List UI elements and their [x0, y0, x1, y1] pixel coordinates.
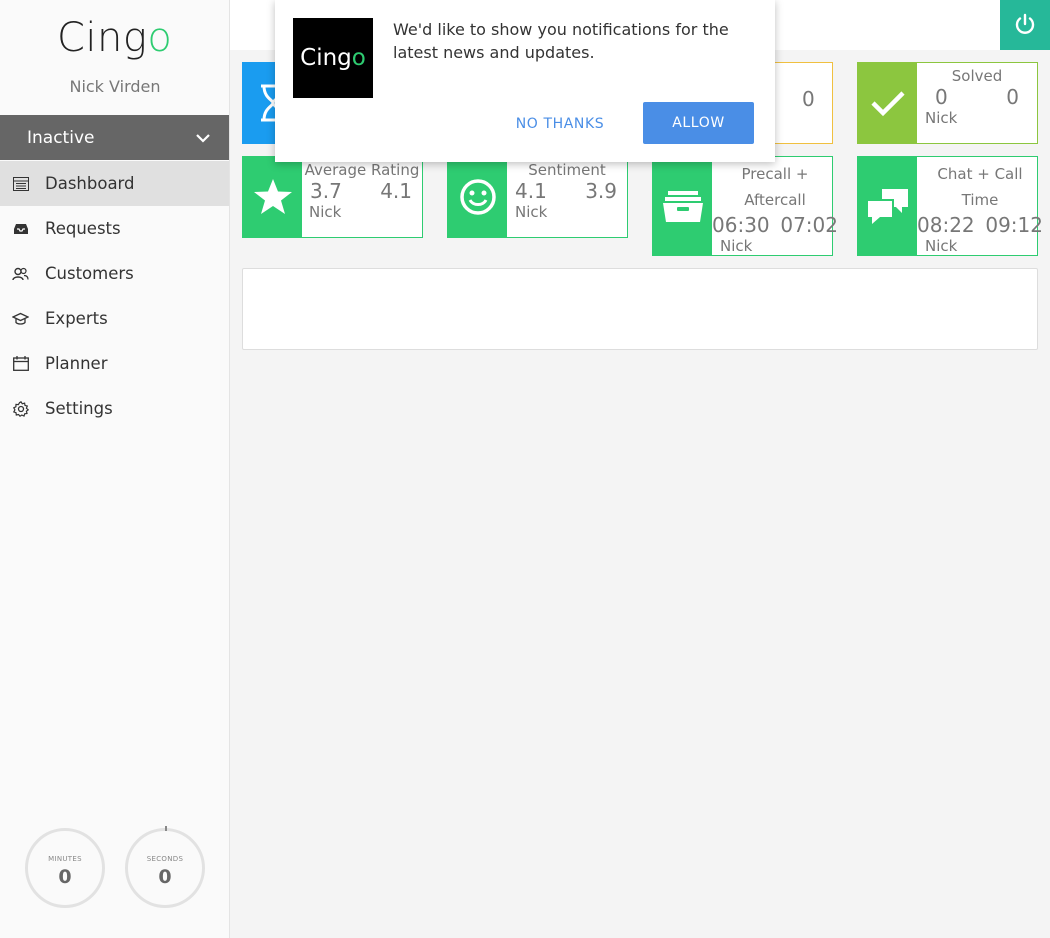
card-owner: Nick — [309, 203, 342, 221]
calendar-icon — [12, 355, 29, 372]
chat-bubbles-icon — [858, 157, 917, 255]
sidebar: Cingo Nick Virden Inactive Dashboard Req… — [0, 0, 230, 938]
nav-item-settings[interactable]: Settings — [0, 386, 229, 431]
content-panel — [242, 268, 1038, 350]
card-value-1: 3.7 — [310, 179, 342, 203]
nav-item-planner[interactable]: Planner — [0, 341, 229, 386]
nav-item-experts[interactable]: Experts — [0, 296, 229, 341]
smiley-icon — [448, 157, 507, 237]
card-owner: Nick — [720, 237, 753, 255]
nav-label: Requests — [45, 219, 121, 238]
allow-button[interactable]: ALLOW — [643, 102, 754, 144]
card-title-line-1: Chat + Call — [937, 165, 1023, 183]
card-sentiment: Sentiment 4.1 3.9 Nick — [447, 156, 628, 238]
nav-item-customers[interactable]: Customers — [0, 251, 229, 296]
chevron-down-icon — [196, 133, 210, 143]
card-title-line-1: Precall + — [741, 165, 809, 183]
archive-icon — [653, 157, 712, 255]
user-name: Nick Virden — [69, 77, 161, 96]
nav-label: Dashboard — [45, 174, 135, 193]
nav-label: Experts — [45, 309, 108, 328]
no-thanks-button[interactable]: NO THANKS — [498, 104, 622, 144]
dashboard-icon — [12, 175, 29, 192]
inbox-icon — [12, 220, 29, 237]
gear-icon — [12, 400, 29, 417]
timer-label: MINUTES — [48, 855, 82, 863]
card-body: Chat + Call Time 08:22 09:12 Nick — [917, 157, 1043, 255]
nav-label: Planner — [45, 354, 108, 373]
status-dropdown[interactable]: Inactive — [0, 115, 229, 160]
prompt-logo: Cing o — [293, 18, 373, 98]
timer-value: 0 — [58, 866, 72, 888]
card-values: 3.7 4.1 — [302, 179, 422, 203]
card-title: Precall + Aftercall — [712, 157, 838, 213]
card-values: 08:22 09:12 — [917, 213, 1043, 237]
check-icon — [858, 63, 917, 143]
card-value-2: 0 — [1006, 85, 1019, 109]
card-values: 06:30 07:02 — [712, 213, 838, 237]
card-average-rating: Average Rating 3.7 4.1 Nick — [242, 156, 423, 238]
card-body: Sentiment 4.1 3.9 Nick — [507, 157, 627, 237]
users-icon — [12, 265, 29, 282]
logo[interactable]: Cingo — [57, 14, 172, 62]
card-chat-call-time: Chat + Call Time 08:22 09:12 Nick — [857, 156, 1043, 256]
card-title: Solved — [951, 67, 1003, 85]
card-title-line-2: Aftercall — [744, 191, 806, 209]
card-precall-aftercall: Precall + Aftercall 06:30 07:02 Nick — [652, 156, 838, 256]
card-value-2: 07:02 — [780, 213, 838, 237]
card-body: Precall + Aftercall 06:30 07:02 Nick — [712, 157, 838, 255]
card-value: 0 — [802, 87, 815, 111]
notification-prompt: Cing o We'd like to show you notification… — [275, 0, 775, 162]
nav-item-dashboard[interactable]: Dashboard — [0, 161, 229, 206]
card-owner: Nick — [515, 203, 548, 221]
status-label: Inactive — [27, 127, 95, 148]
card-value-2: 4.1 — [380, 179, 412, 203]
card-title: Chat + Call Time — [917, 157, 1043, 213]
nav-label: Customers — [45, 264, 134, 283]
main-nav: Dashboard Requests Customers Experts Pla… — [0, 161, 229, 431]
graduation-cap-icon — [12, 310, 29, 327]
card-value-2: 3.9 — [585, 179, 617, 203]
card-value-1: 08:22 — [917, 213, 975, 237]
card-owner: Nick — [925, 109, 958, 127]
card-title-line-2: Time — [961, 191, 999, 209]
power-button[interactable] — [1000, 0, 1050, 50]
power-icon — [1015, 13, 1035, 34]
nav-item-requests[interactable]: Requests — [0, 206, 229, 251]
card-solved: Solved 0 0 Nick — [857, 62, 1038, 144]
card-owner: Nick — [925, 237, 958, 255]
timer-label: SECONDS — [146, 855, 184, 863]
minutes-timer: MINUTES 0 — [25, 828, 105, 908]
card-values: 0 0 — [917, 85, 1037, 109]
prompt-message: We'd like to show you notifications for … — [393, 20, 729, 62]
seconds-timer: SECONDS 0 — [125, 828, 205, 908]
card-body: Average Rating 3.7 4.1 Nick — [302, 157, 422, 237]
card-values: 4.1 3.9 — [507, 179, 627, 203]
timer-tick — [165, 826, 167, 831]
star-icon — [243, 157, 302, 237]
timer-value: 0 — [158, 866, 172, 888]
card-value-1: 06:30 — [712, 213, 770, 237]
card-value-2: 09:12 — [985, 213, 1043, 237]
nav-label: Settings — [45, 399, 113, 418]
card-body: Solved 0 0 Nick — [917, 63, 1037, 143]
card-value-1: 0 — [935, 85, 948, 109]
card-value-1: 4.1 — [515, 179, 547, 203]
